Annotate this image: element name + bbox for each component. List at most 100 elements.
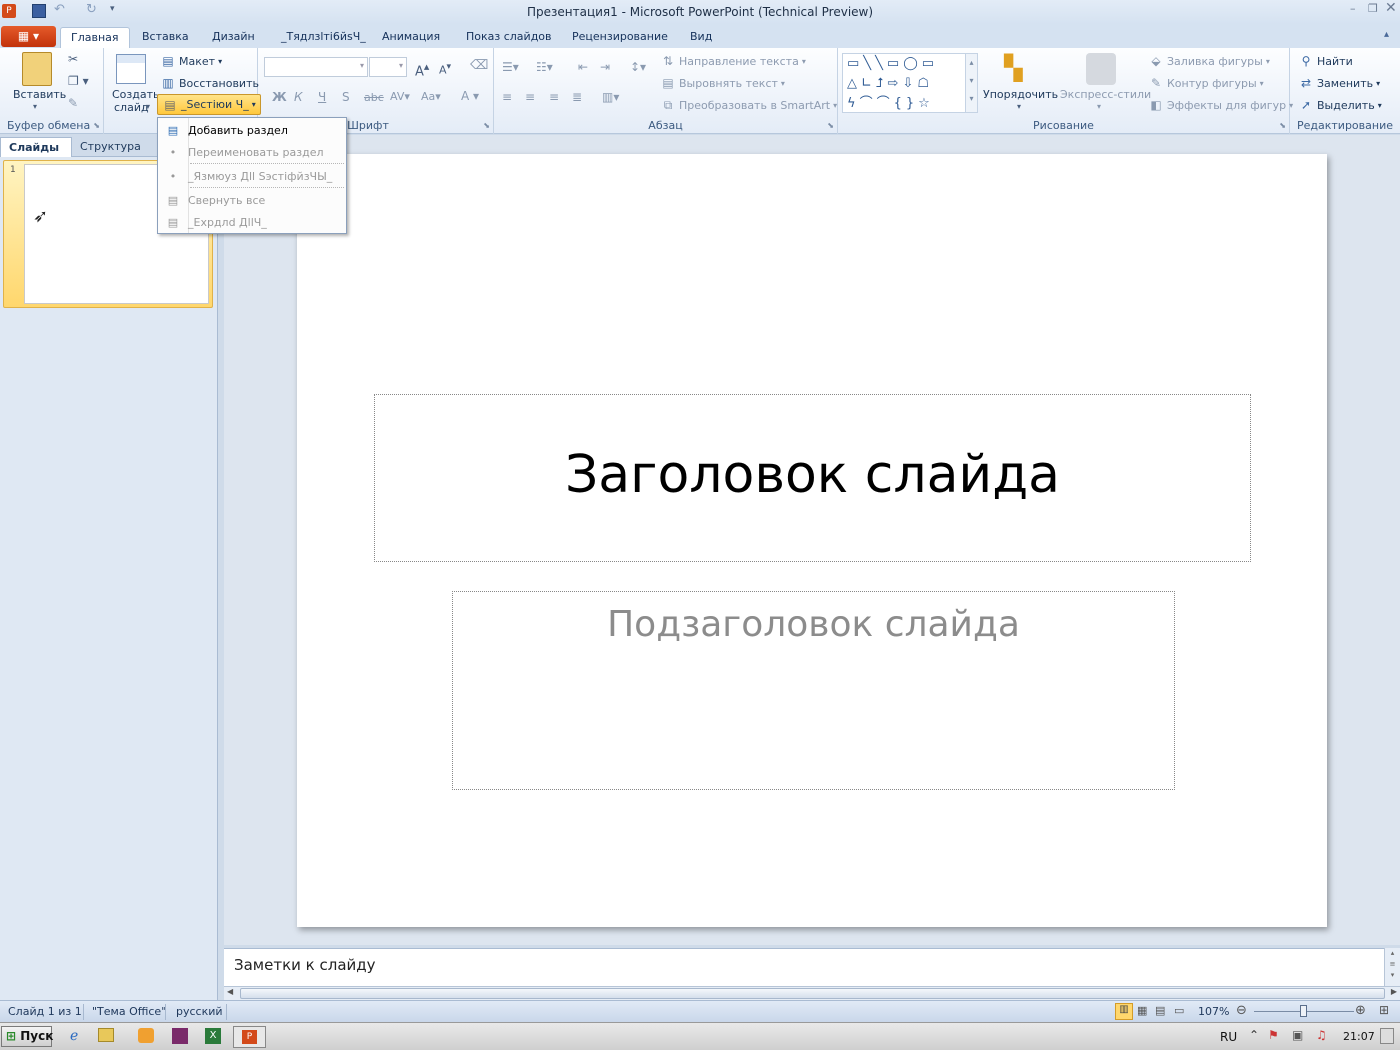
notes-scrollbar[interactable]: ▴ ≡ ▾ (1384, 948, 1400, 986)
new-slide-label-1[interactable]: Создать (112, 88, 160, 101)
zoom-slider-thumb[interactable] (1300, 1005, 1307, 1017)
numbering-icon[interactable]: ☷▾ (536, 60, 553, 74)
bullets-icon[interactable]: ☰▾ (502, 60, 519, 74)
slideshow-view-icon[interactable]: ▭ (1174, 1004, 1184, 1017)
zoom-in-icon[interactable]: ⊕ (1355, 1003, 1366, 1018)
new-slide-icon[interactable] (116, 54, 146, 84)
underline-icon[interactable]: Ч (318, 90, 326, 104)
tab-insert[interactable]: Вставка (132, 27, 199, 48)
shape-effects-button[interactable]: ◧ Эффекты для фигур ▾ (1148, 97, 1293, 113)
menu-rename-section[interactable]: • Переименовать раздел (158, 141, 346, 163)
paste-icon[interactable] (22, 52, 52, 86)
fit-to-window-icon[interactable]: ⊞ (1379, 1003, 1389, 1017)
reading-view-icon[interactable]: ▤ (1155, 1004, 1165, 1017)
align-center-icon[interactable]: ≡ (525, 90, 535, 104)
bold-icon[interactable]: Ж (272, 90, 287, 104)
shape-fill-button[interactable]: ⬙ Заливка фигуры ▾ (1148, 53, 1270, 69)
decrease-indent-icon[interactable]: ⇤ (578, 60, 588, 74)
align-text-button[interactable]: ▤ Выровнять текст ▾ (660, 75, 785, 91)
align-right-icon[interactable]: ≡ (549, 90, 559, 104)
replace-button[interactable]: ⇄ Заменить ▾ (1298, 75, 1380, 91)
arrange-icon[interactable]: ▚ (1004, 54, 1034, 84)
explorer-icon[interactable] (98, 1028, 114, 1042)
normal-view-icon[interactable]: ▥ (1115, 1003, 1133, 1020)
shapes-gallery[interactable]: ▭╲╲▭◯▭ △∟⮥⇨⇩☖ ϟ⌒⌒{}☆ (842, 53, 978, 113)
copy-icon[interactable]: ❐ ▾ (68, 74, 89, 88)
quick-styles-button[interactable]: Экспресс-стили (1060, 88, 1151, 101)
arrange-dropdown-icon[interactable]: ▾ (1017, 102, 1021, 111)
quick-styles-icon[interactable] (1086, 53, 1116, 85)
strikethrough-icon[interactable]: abc (364, 91, 384, 104)
excel-icon[interactable]: X (205, 1028, 221, 1044)
shape-outline-button[interactable]: ✎ Контур фигуры ▾ (1148, 75, 1264, 91)
tray-action-center-icon[interactable]: ⚑ (1268, 1028, 1279, 1042)
line-spacing-icon[interactable]: ↕▾ (630, 60, 646, 74)
winrar-icon[interactable] (172, 1028, 188, 1044)
arrange-button[interactable]: Упорядочить (983, 88, 1058, 101)
paste-dropdown-icon[interactable]: ▾ (33, 102, 37, 111)
columns-icon[interactable]: ▥▾ (602, 90, 619, 104)
ie-icon[interactable]: ℯ (70, 1028, 78, 1044)
tab-design[interactable]: Дизайн (202, 27, 265, 48)
horizontal-scrollbar[interactable]: ◀ ▶ (224, 986, 1400, 1000)
tray-volume-icon[interactable]: ♫ (1316, 1028, 1327, 1042)
tab-animation[interactable]: Анимация (372, 27, 450, 48)
format-painter-icon[interactable]: ✎ (68, 96, 78, 110)
italic-icon[interactable]: К (294, 90, 303, 104)
tab-slides[interactable]: Слайды (0, 137, 72, 157)
tray-network-icon[interactable]: ▣ (1292, 1028, 1303, 1042)
clear-formatting-icon[interactable]: ⌫ (470, 58, 488, 73)
menu-add-section[interactable]: ▤ Добавить раздел (158, 119, 346, 141)
scroll-left-icon[interactable]: ◀ (227, 987, 233, 996)
align-left-icon[interactable]: ≡ (502, 90, 512, 104)
justify-icon[interactable]: ≣ (572, 90, 582, 104)
theme-name[interactable]: "Тема Office" (92, 1005, 166, 1018)
ribbon-minimize-icon[interactable]: ▴ (1384, 29, 1389, 40)
shrink-font-icon[interactable]: A▾ (439, 61, 451, 77)
quick-styles-dropdown-icon[interactable]: ▾ (1097, 102, 1101, 111)
minimize-icon[interactable]: – (1350, 2, 1356, 15)
font-color-icon[interactable]: A ▾ (461, 89, 479, 103)
powerpoint-taskbar-button[interactable]: P (233, 1026, 266, 1048)
new-slide-dropdown-icon[interactable]: ▾ (146, 102, 150, 111)
close-icon[interactable]: ✕ (1385, 0, 1397, 16)
file-menu-button[interactable]: ▦ ▾ (1, 26, 56, 47)
zoom-level[interactable]: 107% (1198, 1005, 1229, 1018)
increase-indent-icon[interactable]: ⇥ (600, 60, 610, 74)
reset-button[interactable]: ▥ Восстановить (160, 75, 259, 91)
tab-outline[interactable]: Структура (72, 137, 149, 157)
scroll-right-icon[interactable]: ▶ (1391, 987, 1397, 996)
char-spacing-icon[interactable]: AV▾ (390, 90, 410, 103)
title-placeholder[interactable]: Заголовок слайда (374, 394, 1251, 562)
show-hidden-icons[interactable]: ⌃ (1249, 1028, 1259, 1042)
smartart-button[interactable]: ⧉ Преобразовать в SmartArt ▾ (660, 97, 837, 113)
tab-review[interactable]: Рецензирование (562, 27, 678, 48)
font-name-combo[interactable]: ▾ (264, 57, 368, 77)
language-indicator[interactable]: русский (176, 1005, 223, 1018)
tab-slideshow[interactable]: Показ слайдов (456, 27, 562, 48)
paragraph-launcher-icon[interactable]: ⬊ (827, 121, 834, 130)
font-launcher-icon[interactable]: ⬊ (483, 121, 490, 130)
tab-home[interactable]: Главная (60, 27, 130, 48)
restore-icon[interactable]: ❐ (1368, 2, 1378, 15)
menu-remove-section[interactable]: • _Язмюуз Дll ЅэcтiфйзЧЫ_ (158, 165, 346, 187)
section-button[interactable]: ▤ _Ѕеcтiюи Ч_ ▾ (157, 94, 261, 115)
start-button[interactable]: ⊞ Пуск (1, 1026, 53, 1047)
media-player-icon[interactable] (138, 1028, 154, 1043)
new-slide-label-2[interactable]: слайд (114, 101, 149, 114)
tab-view[interactable]: Вид (680, 27, 722, 48)
clipboard-launcher-icon[interactable]: ⬊ (93, 121, 100, 130)
paste-button[interactable]: Вставить (13, 88, 66, 101)
grow-font-icon[interactable]: A▴ (415, 60, 429, 79)
shapes-scroll-icon[interactable]: ▴ ▾ ▾ (965, 54, 977, 112)
font-size-combo[interactable]: ▾ (369, 57, 407, 77)
cut-icon[interactable]: ✂ (68, 52, 78, 66)
language-bar[interactable]: RU (1220, 1030, 1237, 1044)
scroll-thumb[interactable] (240, 988, 1385, 999)
layout-button[interactable]: ▤ Макет ▾ (160, 53, 222, 69)
select-button[interactable]: ➚ Выделить ▾ (1298, 97, 1382, 113)
drawing-launcher-icon[interactable]: ⬊ (1279, 121, 1286, 130)
find-button[interactable]: ⚲ Найти (1298, 53, 1353, 69)
menu-collapse-all[interactable]: ▤ Свернуть все (158, 189, 346, 211)
subtitle-placeholder[interactable]: Подзаголовок слайда (452, 591, 1175, 790)
